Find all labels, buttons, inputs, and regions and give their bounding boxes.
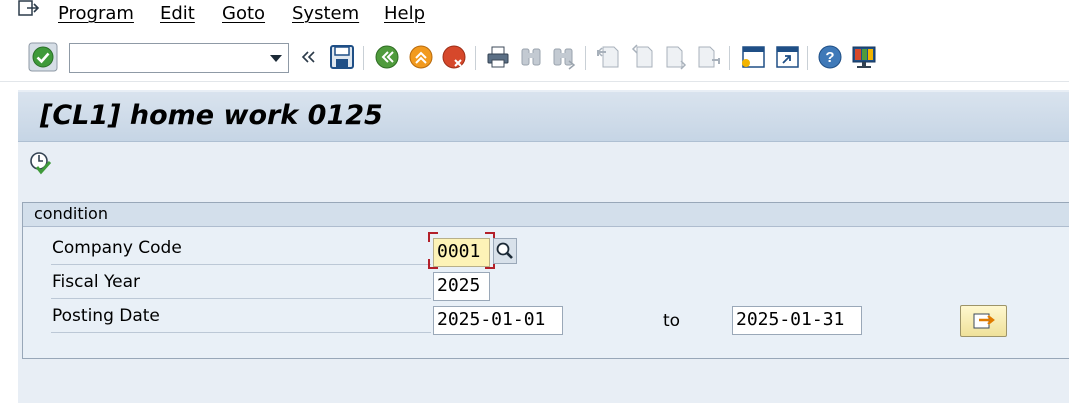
condition-group: condition Company Code 0001 Fiscal Year … xyxy=(22,202,1069,359)
save-icon[interactable] xyxy=(329,44,355,70)
posting-date-to-label: to xyxy=(663,311,681,331)
menu-help[interactable]: Help xyxy=(384,3,425,24)
first-page-icon[interactable] xyxy=(595,44,621,70)
fiscal-year-label: Fiscal Year xyxy=(51,269,431,299)
menu-edit[interactable]: Edit xyxy=(160,3,195,24)
company-code-field[interactable]: 0001 xyxy=(433,238,490,267)
page-title: [CL1] home work 0125 xyxy=(40,100,383,131)
application-toolbar xyxy=(18,143,1069,183)
company-code-row: Company Code 0001 xyxy=(51,232,1051,269)
last-page-icon[interactable] xyxy=(696,44,722,70)
customize-layout-icon[interactable] xyxy=(851,44,877,70)
app-menu-icon[interactable] xyxy=(18,0,40,20)
menu-program[interactable]: Program xyxy=(58,3,134,24)
posting-date-label: Posting Date xyxy=(51,303,431,333)
command-input[interactable] xyxy=(70,44,266,72)
command-field[interactable] xyxy=(69,43,289,73)
svg-text:?: ? xyxy=(825,49,834,66)
posting-date-to-field[interactable]: 2025-01-31 xyxy=(732,306,862,335)
fiscal-year-field[interactable]: 2025 xyxy=(433,272,490,301)
screen-area: [CL1] home work 0125 condition Company C… xyxy=(18,90,1069,403)
help-icon[interactable]: ? xyxy=(817,44,843,70)
back-icon[interactable] xyxy=(374,44,400,70)
multiple-selection-button[interactable] xyxy=(960,305,1007,337)
menu-bar: Program Edit Goto System Help xyxy=(0,0,1069,30)
command-dropdown-icon[interactable] xyxy=(270,55,282,62)
group-title: condition xyxy=(34,204,108,223)
shortcut-icon[interactable] xyxy=(774,44,800,70)
company-code-label: Company Code xyxy=(51,235,431,265)
search-icon xyxy=(496,242,513,259)
collapse-icon[interactable] xyxy=(299,44,317,70)
group-header: condition xyxy=(23,203,1069,227)
previous-page-icon[interactable] xyxy=(629,44,655,70)
execute-icon[interactable] xyxy=(28,150,54,176)
print-icon[interactable] xyxy=(485,44,511,70)
menu-goto[interactable]: Goto xyxy=(222,3,265,24)
enter-icon[interactable] xyxy=(28,42,58,72)
posting-date-row: Posting Date 2025-01-01 to 2025-01-31 xyxy=(51,303,1051,337)
multiple-selection-icon xyxy=(973,313,995,329)
find-next-icon[interactable] xyxy=(551,44,577,70)
system-toolbar: ? xyxy=(0,36,1069,82)
exit-icon[interactable] xyxy=(408,44,434,70)
title-bar: [CL1] home work 0125 xyxy=(18,92,1069,142)
value-help-button[interactable] xyxy=(493,238,517,264)
cancel-icon[interactable] xyxy=(441,44,467,70)
next-page-icon[interactable] xyxy=(663,44,689,70)
new-session-icon[interactable] xyxy=(740,44,766,70)
find-icon[interactable] xyxy=(518,44,544,70)
menu-system[interactable]: System xyxy=(292,3,359,24)
fiscal-year-row: Fiscal Year 2025 xyxy=(51,269,1051,301)
posting-date-from-field[interactable]: 2025-01-01 xyxy=(433,306,563,335)
